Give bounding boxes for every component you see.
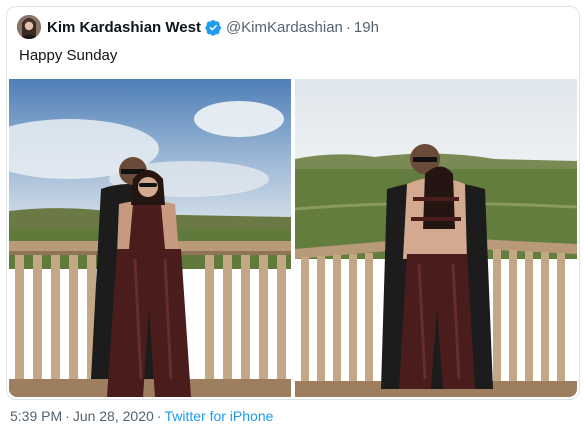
- photo-right[interactable]: [295, 79, 577, 397]
- tweet-time[interactable]: 5:39 PM: [10, 408, 62, 424]
- photo-right-image: [295, 79, 577, 397]
- tweet-text: Happy Sunday: [19, 47, 118, 64]
- photo-left[interactable]: [9, 79, 291, 397]
- tweet-card[interactable]: Kim Kardashian West @KimKardashian · 19h…: [6, 6, 580, 400]
- footer-separator: ·: [65, 408, 70, 424]
- footer-separator: ·: [156, 408, 162, 424]
- photo-left-image: [9, 79, 291, 397]
- tweet-media: [9, 79, 577, 397]
- avatar-image: [17, 15, 41, 39]
- header-separator: ·: [345, 18, 351, 36]
- tweet-header: Kim Kardashian West @KimKardashian · 19h: [17, 15, 569, 39]
- author-name[interactable]: Kim Kardashian West: [47, 19, 201, 36]
- tweet-footer: 5:39 PM · Jun 28, 2020 · Twitter for iPhone: [10, 408, 273, 424]
- tweet-date[interactable]: Jun 28, 2020: [73, 408, 154, 424]
- relative-time[interactable]: 19h: [354, 19, 379, 36]
- verified-badge-icon: [205, 19, 222, 36]
- tweet-source-link[interactable]: Twitter for iPhone: [164, 408, 273, 424]
- author-handle[interactable]: @KimKardashian: [226, 19, 343, 36]
- avatar[interactable]: [17, 15, 41, 39]
